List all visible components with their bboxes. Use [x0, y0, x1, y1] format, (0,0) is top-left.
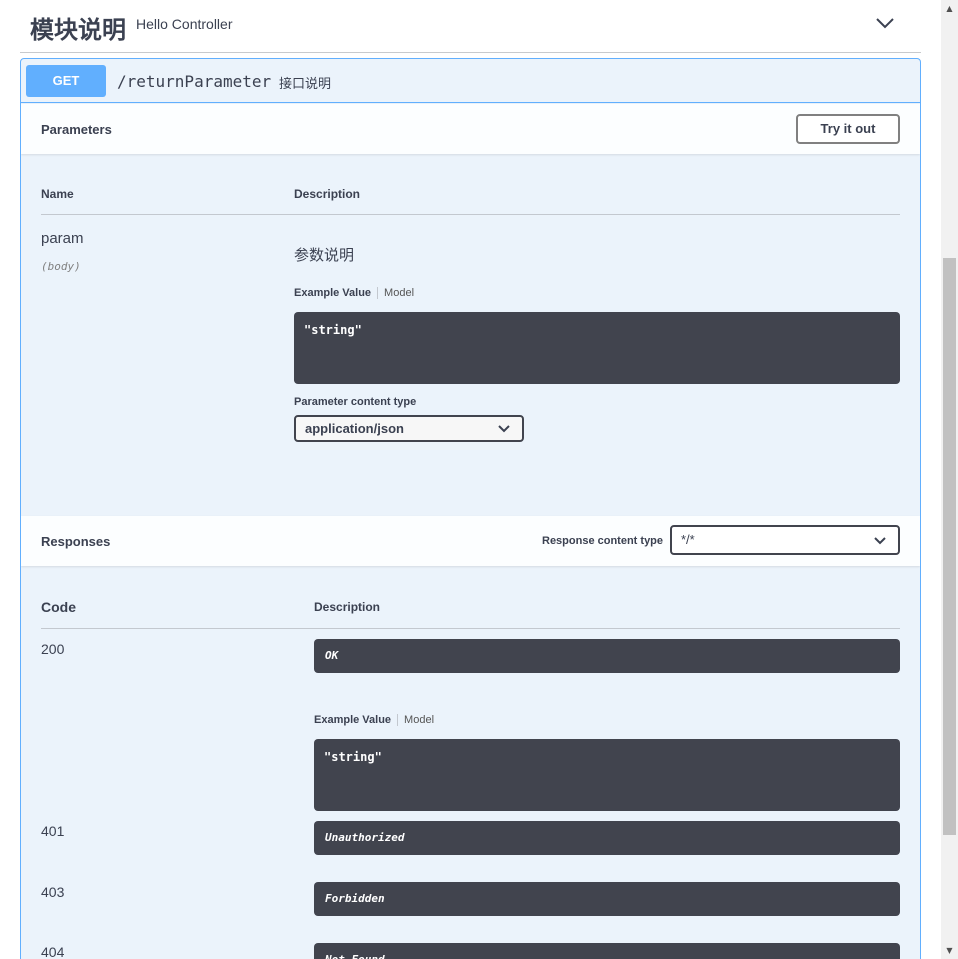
operation-path: /returnParameter: [117, 72, 272, 91]
responses-title: Responses: [41, 534, 111, 549]
resp-col-description: Description: [314, 600, 381, 614]
chevron-down-icon: [874, 537, 886, 545]
scrollbar-thumb[interactable]: [943, 258, 956, 835]
tab-example-value[interactable]: Example Value: [294, 287, 379, 299]
responses-header: Responses Response content type */*: [21, 516, 920, 566]
param-location: (body): [41, 260, 81, 273]
response-code: 403: [41, 884, 65, 900]
response-code: 401: [41, 823, 65, 839]
param-description: 参数说明: [294, 246, 355, 264]
response-description: Not Found: [314, 943, 900, 959]
response-code: 200: [41, 641, 65, 657]
tab-example-value[interactable]: Example Value: [314, 714, 399, 726]
chevron-down-icon: [498, 425, 510, 433]
response-example-code: "string": [314, 739, 900, 811]
param-col-description: Description: [294, 187, 361, 201]
param-example-tabs: Example Value Model: [294, 287, 414, 299]
tag-title: 模块说明: [30, 16, 126, 44]
vertical-scrollbar[interactable]: ▲ ▼: [941, 0, 958, 959]
response-content-type-value: */*: [681, 532, 695, 547]
scroll-up-icon[interactable]: ▲: [941, 0, 958, 17]
operation-block: GET /returnParameter 接口说明 Parameters Try…: [20, 58, 921, 959]
param-example-code: "string": [294, 312, 900, 384]
param-content-type-label: Parameter content type: [294, 396, 417, 408]
param-name: param: [41, 230, 84, 247]
response-description: Forbidden: [314, 882, 900, 916]
chevron-down-icon[interactable]: [874, 14, 896, 32]
response-content-type-select[interactable]: */*: [670, 525, 900, 555]
response-content-type-label: Response content type: [542, 535, 664, 547]
param-col-name: Name: [41, 187, 74, 201]
response-example-tabs: Example Value Model: [314, 714, 434, 726]
response-description: Unauthorized: [314, 821, 900, 855]
resp-table-divider: [41, 628, 900, 629]
operation-summary-text: 接口说明: [279, 77, 332, 92]
parameters-header: Parameters Try it out: [21, 104, 920, 154]
response-description: OK: [314, 639, 900, 673]
tag-header[interactable]: 模块说明 Hello Controller: [20, 0, 921, 53]
tab-model[interactable]: Model: [378, 287, 414, 299]
try-it-out-button[interactable]: Try it out: [796, 114, 900, 144]
method-badge: GET: [26, 65, 106, 97]
param-table-divider: [41, 214, 900, 215]
parameters-title: Parameters: [41, 122, 112, 137]
param-content-type-select[interactable]: application/json: [294, 415, 524, 442]
param-content-type-value: application/json: [305, 421, 404, 436]
tag-description: Hello Controller: [136, 16, 233, 32]
resp-col-code: Code: [41, 599, 76, 615]
scroll-down-icon[interactable]: ▼: [941, 942, 958, 959]
response-code: 404: [41, 944, 65, 959]
operation-summary[interactable]: GET /returnParameter 接口说明: [21, 59, 920, 103]
tab-model[interactable]: Model: [398, 714, 434, 726]
